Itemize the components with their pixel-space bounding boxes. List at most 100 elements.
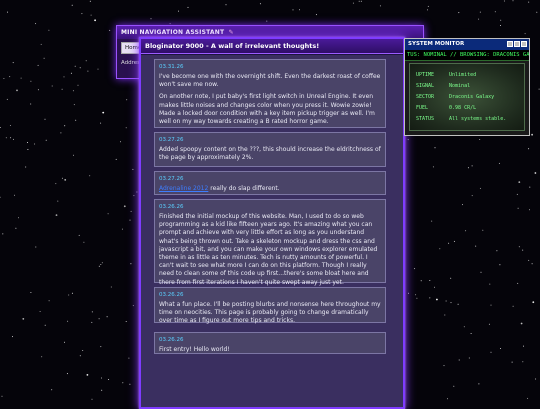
star (529, 209, 530, 211)
post-link[interactable]: Adrenaline 2012 (159, 185, 208, 192)
star (35, 246, 37, 248)
sys-key: UPTIME (416, 72, 435, 78)
star (48, 29, 50, 31)
star (187, 6, 189, 8)
star (429, 297, 431, 299)
star (458, 359, 460, 361)
star (415, 294, 417, 296)
star (450, 277, 452, 279)
star (98, 265, 100, 267)
star (538, 88, 540, 90)
star (523, 345, 524, 347)
star (5, 137, 7, 139)
star (133, 195, 135, 197)
star (517, 207, 519, 209)
star (518, 181, 521, 184)
post-date: 03.27.26 (159, 137, 184, 143)
star (499, 264, 501, 266)
star (34, 143, 36, 145)
star (101, 389, 103, 391)
star (128, 357, 130, 359)
star (471, 195, 473, 197)
close-icon[interactable] (521, 41, 527, 47)
star (45, 139, 47, 141)
sys-value: All systems stable. (449, 116, 507, 122)
star (12, 138, 14, 140)
star (453, 385, 455, 387)
star (532, 301, 535, 304)
star (55, 214, 58, 217)
star (82, 350, 84, 351)
star (407, 139, 409, 141)
star (517, 282, 519, 284)
star (520, 322, 523, 325)
star (467, 167, 469, 169)
star (358, 0, 360, 2)
star (86, 374, 89, 376)
star (516, 193, 518, 195)
star (125, 127, 127, 129)
star (498, 162, 500, 164)
star (132, 168, 134, 170)
star (35, 23, 37, 25)
blog-window: Bloginator 9000 - A wall of irrelevant t… (139, 37, 405, 409)
post-paragraph: On another note, I put baby's first ligh… (159, 93, 375, 126)
star (518, 246, 520, 248)
blog-title: Bloginator 9000 - A wall of irrelevant t… (145, 42, 320, 50)
sys-key: SIGNAL (416, 83, 435, 89)
star (71, 4, 73, 6)
star (89, 0, 91, 2)
star (479, 11, 481, 13)
star (55, 183, 57, 185)
blog-post: 03.31.26 I've become one with the overni… (154, 59, 386, 128)
star (14, 194, 15, 196)
star (94, 19, 96, 22)
star (0, 127, 1, 128)
star (482, 229, 484, 231)
star (64, 125, 66, 127)
star (360, 0, 362, 2)
star (1, 395, 3, 397)
star (110, 286, 112, 288)
star (44, 324, 46, 326)
star (122, 382, 124, 384)
star (72, 90, 74, 92)
star (39, 311, 41, 312)
star (101, 262, 103, 264)
blog-feed[interactable]: 03.31.26 I've become one with the overni… (141, 55, 403, 407)
star (136, 191, 138, 193)
star (51, 85, 53, 87)
star (434, 147, 436, 149)
sys-titlebar[interactable]: SYSTEM MONITOR (405, 39, 529, 50)
blog-post: 03.27.26 Added spoopy content on the ???… (154, 132, 386, 167)
star (522, 249, 524, 251)
star (457, 303, 459, 305)
star (503, 0, 505, 2)
star (77, 84, 79, 86)
star (9, 76, 11, 78)
sys-title: SYSTEM MONITOR (408, 41, 465, 47)
star (81, 13, 83, 15)
star (106, 316, 108, 318)
star (125, 321, 127, 322)
maximize-icon[interactable] (514, 41, 520, 47)
star (98, 318, 100, 320)
star (434, 286, 435, 288)
sys-row: FUEL 0.98 CR/L (416, 105, 476, 111)
star (51, 389, 53, 391)
star (25, 166, 27, 168)
post-date: 03.31.26 (159, 64, 184, 70)
star (83, 241, 85, 243)
star (352, 2, 354, 4)
star (2, 233, 4, 235)
star (100, 346, 102, 348)
star (462, 204, 463, 206)
blog-titlebar[interactable]: Bloginator 9000 - A wall of irrelevant t… (141, 39, 403, 54)
star (90, 14, 92, 16)
sys-row: SECTOR Draconis Galaxy (416, 94, 494, 100)
star (479, 187, 481, 189)
minimize-icon[interactable] (507, 41, 513, 47)
star (420, 280, 422, 282)
star (478, 18, 480, 20)
star (259, 3, 261, 5)
